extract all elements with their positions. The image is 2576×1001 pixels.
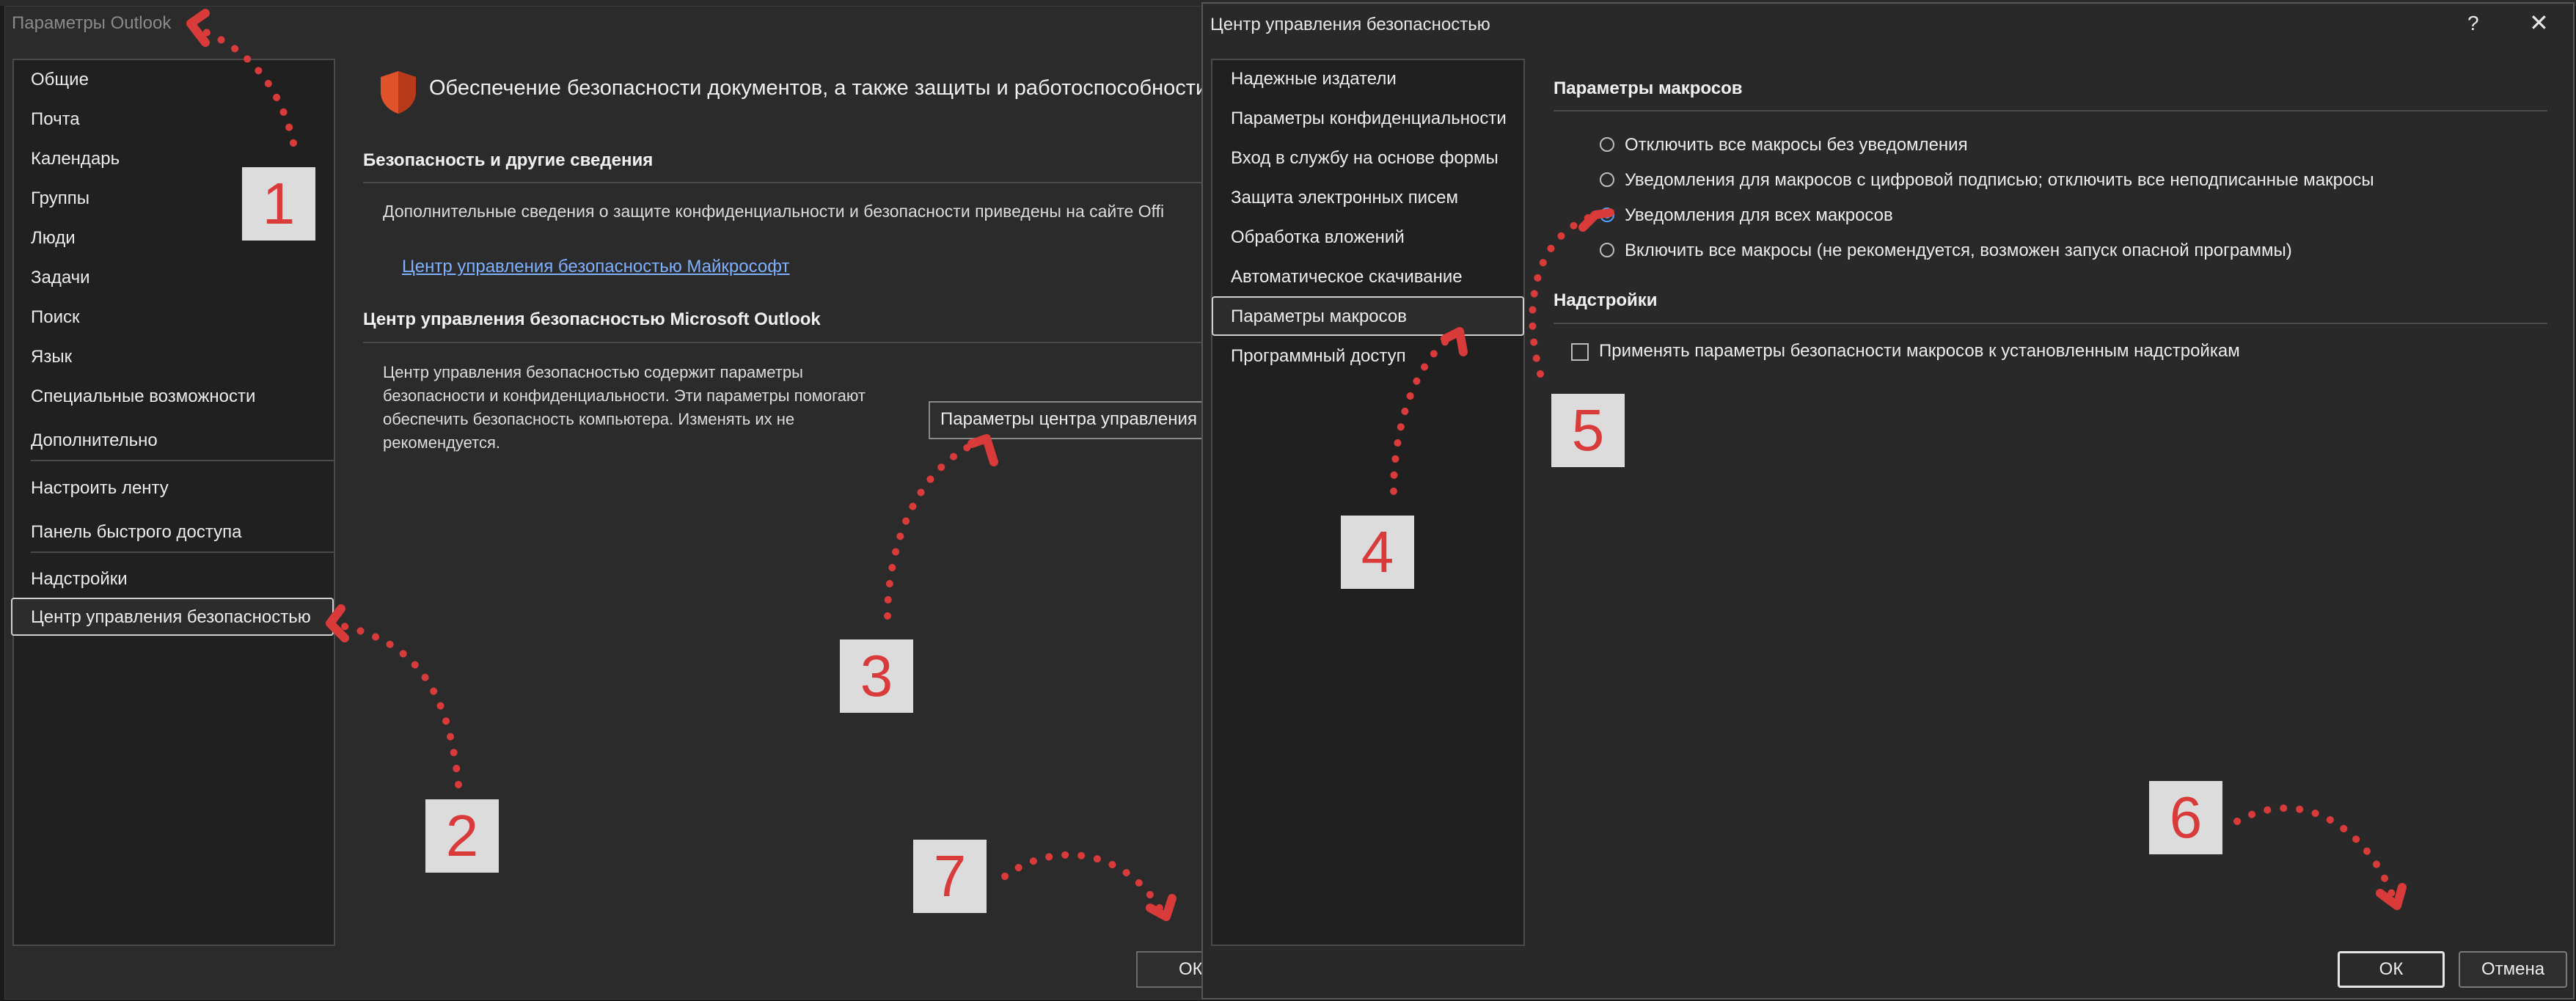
nav-item-quick-access[interactable]: Панель быстрого доступа bbox=[31, 522, 241, 543]
close-icon[interactable]: ✕ bbox=[2529, 9, 2549, 37]
trust-center-title: Центр управления безопасностью bbox=[1210, 15, 1490, 34]
nav-item-calendar[interactable]: Календарь bbox=[31, 149, 120, 169]
nav-item-trust-center[interactable]: Центр управления безопасностью bbox=[31, 607, 311, 628]
macro-option-disable-all[interactable]: Отключить все макросы без уведомления bbox=[1625, 135, 1968, 155]
macro-option-radio[interactable] bbox=[1600, 172, 1614, 187]
macro-option-radio[interactable] bbox=[1600, 137, 1614, 152]
trust-center-cancel-button[interactable]: Отмена bbox=[2459, 951, 2567, 988]
step-marker-3: 3 bbox=[840, 639, 913, 713]
description-line: рекомендуется. bbox=[383, 433, 501, 452]
shield-icon bbox=[381, 71, 416, 114]
security-info-title: Безопасность и другие сведения bbox=[363, 150, 654, 170]
description-line: Центр управления безопасностью содержит … bbox=[383, 363, 803, 381]
tc-nav-form-sign-in[interactable]: Вход в службу на основе формы bbox=[1231, 148, 1499, 169]
trust-center-ok-button[interactable]: ОК bbox=[2338, 951, 2445, 988]
macro-settings-title: Параметры макросов bbox=[1554, 78, 1743, 98]
tc-nav-email-security[interactable]: Защита электронных писем bbox=[1231, 188, 1458, 208]
section-divider bbox=[363, 182, 1203, 183]
nav-separator bbox=[31, 460, 335, 461]
nav-item-people[interactable]: Люди bbox=[31, 228, 76, 249]
step-marker-2: 2 bbox=[425, 799, 499, 873]
nav-item-groups[interactable]: Группы bbox=[31, 188, 89, 209]
nav-item-general[interactable]: Общие bbox=[31, 70, 89, 90]
addins-macro-label[interactable]: Применять параметры безопасности макросо… bbox=[1599, 341, 2240, 362]
nav-item-addins[interactable]: Надстройки bbox=[31, 569, 128, 590]
help-icon[interactable]: ? bbox=[2467, 12, 2479, 35]
tc-nav-privacy-options[interactable]: Параметры конфиденциальности bbox=[1231, 109, 1507, 129]
macro-option-notify-all[interactable]: Уведомления для всех макросов bbox=[1625, 205, 1893, 226]
macro-option-radio-selected[interactable] bbox=[1600, 208, 1614, 222]
nav-item-customize-ribbon[interactable]: Настроить ленту bbox=[31, 478, 169, 499]
outlook-trust-center-title: Центр управления безопасностью Microsoft… bbox=[363, 309, 821, 329]
addins-macro-checkbox[interactable] bbox=[1571, 343, 1589, 361]
nav-item-tasks[interactable]: Задачи bbox=[31, 268, 90, 288]
description-line: обеспечить безопасность компьютера. Изме… bbox=[383, 410, 795, 428]
outlook-options-title: Параметры Outlook bbox=[12, 13, 172, 33]
tc-nav-trusted-publishers[interactable]: Надежные издатели bbox=[1231, 69, 1397, 89]
nav-item-mail[interactable]: Почта bbox=[31, 109, 80, 130]
step-marker-1: 1 bbox=[242, 167, 315, 241]
step-marker-5: 5 bbox=[1551, 394, 1625, 467]
section-divider bbox=[1554, 110, 2547, 111]
trust-center-description: Центр управления безопасностью содержит … bbox=[383, 361, 866, 455]
step-marker-7: 7 bbox=[913, 840, 987, 913]
nav-separator bbox=[31, 551, 335, 553]
step-marker-4: 4 bbox=[1341, 516, 1414, 589]
macro-option-signed-only[interactable]: Уведомления для макросов с цифровой подп… bbox=[1625, 170, 2374, 191]
addins-title: Надстройки bbox=[1554, 290, 1658, 310]
section-divider bbox=[1554, 323, 2547, 324]
microsoft-trust-center-link[interactable]: Центр управления безопасностью Майкрософ… bbox=[402, 257, 789, 277]
nav-item-language[interactable]: Язык bbox=[31, 347, 72, 367]
tc-nav-attachment-handling[interactable]: Обработка вложений bbox=[1231, 227, 1405, 248]
tc-nav-automatic-download[interactable]: Автоматическое скачивание bbox=[1231, 267, 1463, 287]
nav-item-advanced[interactable]: Дополнительно bbox=[31, 430, 158, 451]
security-info-text: Дополнительные сведения о защите конфиде… bbox=[383, 202, 1165, 221]
step-marker-6: 6 bbox=[2149, 781, 2222, 854]
macro-option-enable-all[interactable]: Включить все макросы (не рекомендуется, … bbox=[1625, 241, 2292, 261]
trust-center-settings-button[interactable]: Параметры центра управления bbox=[929, 401, 1215, 439]
section-divider bbox=[363, 342, 1203, 343]
description-line: безопасности и конфиденциальности. Эти п… bbox=[383, 386, 866, 405]
trust-center-header: Обеспечение безопасности документов, а т… bbox=[429, 76, 1262, 100]
tc-nav-macro-settings[interactable]: Параметры макросов bbox=[1231, 307, 1407, 327]
nav-item-accessibility[interactable]: Специальные возможности bbox=[31, 386, 255, 407]
nav-item-search[interactable]: Поиск bbox=[31, 307, 80, 328]
macro-option-radio[interactable] bbox=[1600, 243, 1614, 257]
tc-nav-programmatic-access[interactable]: Программный доступ bbox=[1231, 346, 1406, 367]
